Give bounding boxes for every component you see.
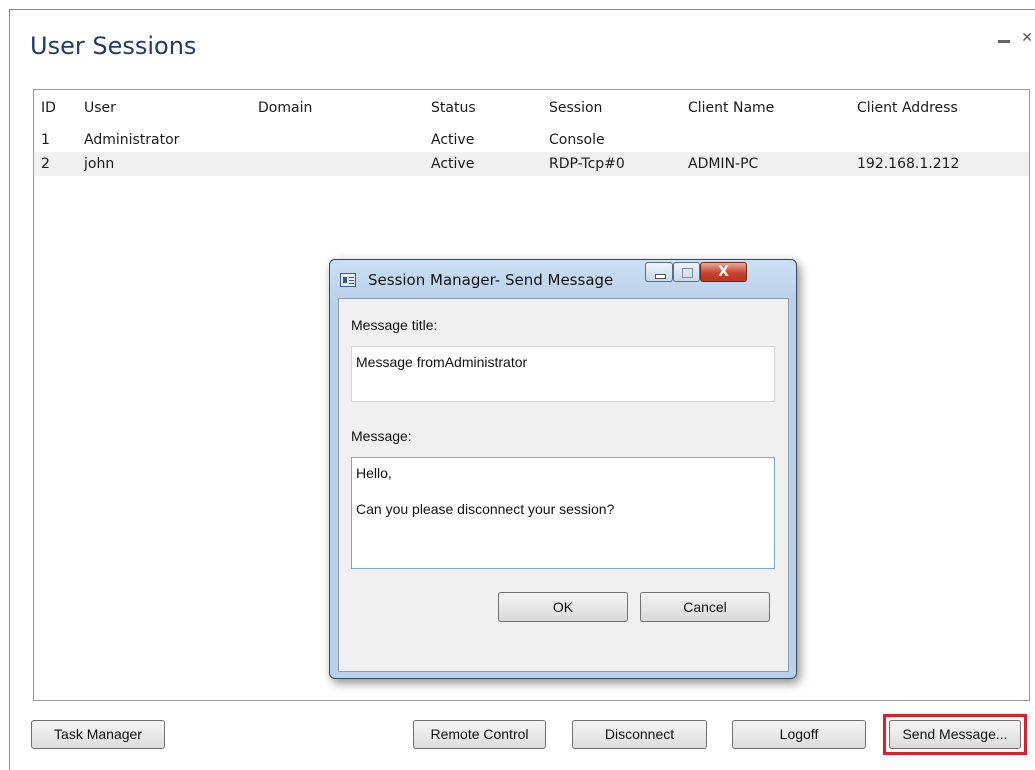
header-user[interactable]: User (80, 90, 116, 126)
dialog-title: Session Manager- Send Message (368, 271, 614, 289)
send-message-button[interactable]: Send Message... (889, 720, 1021, 749)
cell-user: Administrator (84, 132, 180, 148)
window-controls: ✕ (992, 30, 1033, 46)
cell-session: RDP-Tcp#0 (549, 156, 625, 172)
header-client-address[interactable]: Client Address (853, 90, 958, 126)
cell-status: Active (431, 132, 475, 148)
cancel-button[interactable]: Cancel (640, 592, 770, 622)
disconnect-button[interactable]: Disconnect (572, 720, 707, 749)
logoff-button[interactable]: Logoff (732, 720, 866, 749)
task-manager-button[interactable]: Task Manager (31, 720, 165, 749)
message-title-label: Message title: (351, 317, 438, 333)
cell-user: john (84, 156, 115, 172)
table-header: ID User Domain Status Session Client Nam… (34, 90, 1029, 126)
message-title-input[interactable]: Message fromAdministrator (351, 346, 775, 402)
dialog-titlebar[interactable]: Session Manager- Send Message X (330, 260, 796, 296)
cell-id: 2 (41, 156, 50, 172)
table-row[interactable]: 2 john Active RDP-Tcp#0 ADMIN-PC 192.168… (34, 152, 1029, 176)
close-icon[interactable]: ✕ (1021, 30, 1033, 46)
header-session[interactable]: Session (545, 90, 602, 126)
minimize-icon[interactable] (998, 39, 1011, 43)
cell-status: Active (431, 156, 475, 172)
cell-session: Console (549, 132, 605, 148)
message-label: Message: (351, 428, 412, 444)
dialog-maximize-button[interactable] (673, 262, 700, 282)
header-id[interactable]: ID (37, 90, 56, 126)
send-message-dialog: Session Manager- Send Message X Message … (329, 259, 797, 679)
header-client-name[interactable]: Client Name (684, 90, 774, 126)
ok-button[interactable]: OK (498, 592, 628, 622)
page-title: User Sessions (30, 32, 197, 60)
dialog-close-button[interactable]: X (700, 262, 747, 282)
cell-client-address: 192.168.1.212 (857, 156, 960, 172)
cell-client-name: ADMIN-PC (688, 156, 759, 172)
message-textarea[interactable]: Hello, Can you please disconnect your se… (351, 457, 775, 569)
header-status[interactable]: Status (427, 90, 476, 126)
dialog-body: Message title: Message fromAdministrator… (338, 298, 789, 672)
send-message-highlight: Send Message... (883, 714, 1027, 755)
header-domain[interactable]: Domain (254, 90, 312, 126)
dialog-minimize-button[interactable] (645, 262, 673, 282)
remote-control-button[interactable]: Remote Control (413, 720, 546, 749)
app-form-icon (340, 273, 356, 287)
table-row[interactable]: 1 Administrator Active Console (34, 128, 1029, 152)
cell-id: 1 (41, 132, 50, 148)
